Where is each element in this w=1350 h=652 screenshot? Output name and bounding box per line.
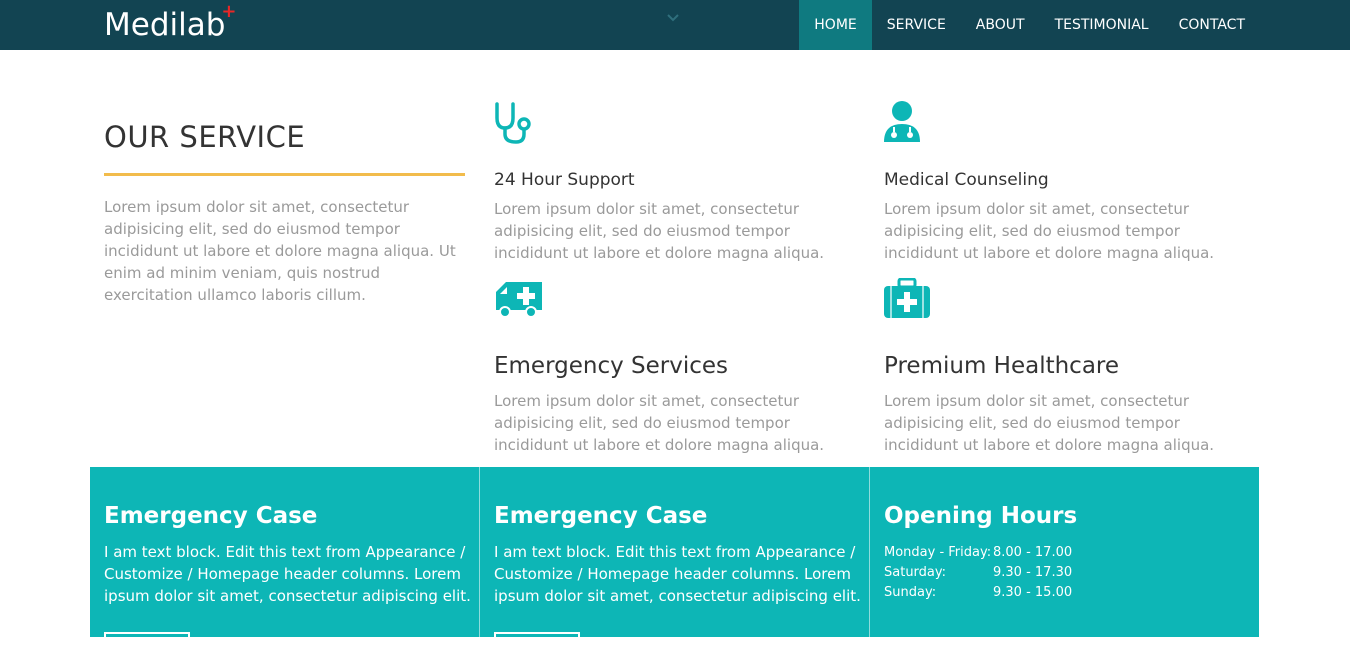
box-title: Emergency Case xyxy=(104,503,318,529)
brand-logo[interactable]: Medilab + xyxy=(104,3,236,44)
box-text: I am text block. Edit this text from App… xyxy=(104,543,471,605)
service-text: Lorem ipsum dolor sit amet, consectetur … xyxy=(884,392,1215,454)
medkit-icon xyxy=(884,278,930,318)
hours-time: 8.00 - 17.00 xyxy=(993,545,1073,560)
section-intro-text: Lorem ipsum dolor sit amet, consectetur … xyxy=(104,198,456,304)
nav-item-about[interactable]: ABOUT xyxy=(961,0,1040,50)
info-box-emergency-case: Emergency Case I am text block. Edit thi… xyxy=(480,467,869,652)
service-title: Premium Healthcare xyxy=(884,353,1120,379)
box-title: Emergency Case xyxy=(494,503,708,529)
service-text: Lorem ipsum dolor sit amet, consectetur … xyxy=(494,200,825,262)
nav-item-testimonial[interactable]: TESTIMONIAL xyxy=(1040,0,1164,50)
service-title: Medical Counseling xyxy=(884,170,1049,190)
nav-item-service[interactable]: SERVICE xyxy=(872,0,961,50)
hours-day: Sunday: xyxy=(884,585,937,600)
hours-row: Saturday: 9.30 - 17.30 xyxy=(884,563,1072,583)
info-box-opening-hours: Opening Hours Monday - Friday: 8.00 - 17… xyxy=(870,467,1259,637)
section-title: OUR SERVICE xyxy=(104,120,306,154)
read-more-button[interactable] xyxy=(104,632,190,652)
hours-day: Monday - Friday: xyxy=(884,545,992,560)
nav-item-home[interactable]: HOME xyxy=(799,0,872,50)
brand-plus-mark: + xyxy=(221,1,237,22)
info-boxes: Emergency Case I am text block. Edit thi… xyxy=(90,467,1259,652)
ambulance-icon xyxy=(496,282,542,318)
nav-menu: HOME SERVICE ABOUT TESTIMONIAL CONTACT xyxy=(799,0,1260,50)
hours-time: 9.30 - 17.30 xyxy=(993,565,1073,580)
stethoscope-icon xyxy=(495,102,531,144)
read-more-button[interactable] xyxy=(494,632,580,652)
box-text: I am text block. Edit this text from App… xyxy=(494,543,861,605)
info-box-emergency-case: Emergency Case I am text block. Edit thi… xyxy=(90,467,479,652)
hours-time: 9.30 - 15.00 xyxy=(993,585,1073,600)
chevron-down-icon xyxy=(667,14,679,22)
doctor-icon xyxy=(884,101,920,142)
service-text: Lorem ipsum dolor sit amet, consectetur … xyxy=(884,200,1215,262)
hours-row: Sunday: 9.30 - 15.00 xyxy=(884,583,1072,603)
box-title: Opening Hours xyxy=(884,503,1078,529)
hours-day: Saturday: xyxy=(884,565,947,580)
hours-row: Monday - Friday: 8.00 - 17.00 xyxy=(884,543,1072,563)
navbar: Medilab + HOME SERVICE ABOUT TESTIMONIAL … xyxy=(0,0,1350,50)
nav-item-contact[interactable]: CONTACT xyxy=(1164,0,1260,50)
service-title: Emergency Services xyxy=(494,353,729,379)
service-title: 24 Hour Support xyxy=(494,170,635,190)
service-text: Lorem ipsum dolor sit amet, consectetur … xyxy=(494,392,825,454)
brand-name: Medilab xyxy=(104,7,226,43)
opening-hours-list: Monday - Friday: 8.00 - 17.00 Saturday: … xyxy=(884,543,1072,603)
title-underline xyxy=(104,173,465,176)
